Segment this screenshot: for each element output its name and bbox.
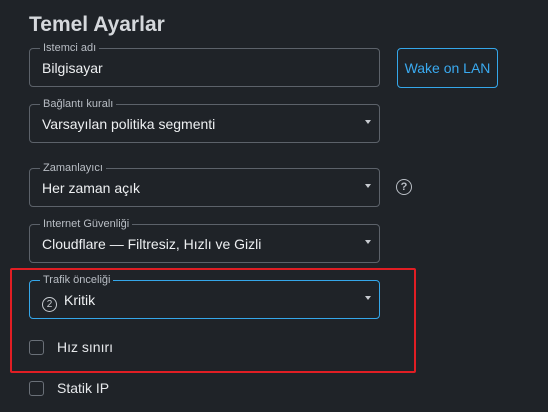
traffic-priority-label: Trafik önceliği [40, 273, 114, 287]
scheduler-select[interactable]: Zamanlayıcı Her zaman açık [29, 161, 380, 207]
client-name-value: Bilgisayar [42, 60, 103, 76]
speed-limit-checkbox[interactable] [29, 339, 44, 355]
internet-security-value: Cloudflare — Filtresiz, Hızlı ve Gizli [42, 236, 262, 252]
traffic-priority-select[interactable]: Trafik önceliği 2 Kritik [29, 273, 380, 319]
connection-rule-value: Varsayılan politika segmenti [42, 116, 216, 132]
scheduler-label: Zamanlayıcı [40, 161, 106, 175]
page-title: Temel Ayarlar [29, 13, 165, 36]
traffic-priority-value: Kritik [64, 292, 96, 308]
connection-rule-label: Bağlantı kuralı [40, 97, 117, 111]
chevron-down-icon [365, 184, 371, 188]
static-ip-row[interactable]: Statik IP [29, 380, 109, 396]
wake-on-lan-button[interactable]: Wake on LAN [397, 48, 498, 88]
client-name-label: Istemci adı [40, 41, 100, 55]
speed-limit-label: Hız sınırı [57, 339, 114, 355]
internet-security-label: Internet Güvenliği [40, 217, 133, 231]
chevron-down-icon [365, 120, 371, 124]
static-ip-checkbox[interactable] [29, 380, 44, 396]
help-icon[interactable]: ? [396, 179, 412, 195]
traffic-priority-value-wrap: 2 Kritik [42, 292, 95, 312]
chevron-down-icon [365, 240, 371, 244]
chevron-down-icon [365, 296, 371, 300]
static-ip-label: Statik IP [57, 380, 110, 396]
client-name-field[interactable]: Istemci adı Bilgisayar [29, 41, 380, 87]
priority-level-icon: 2 [42, 297, 57, 312]
speed-limit-row[interactable]: Hız sınırı [29, 339, 113, 355]
internet-security-select[interactable]: Internet Güvenliği Cloudflare — Filtresi… [29, 217, 380, 263]
scheduler-value: Her zaman açık [42, 180, 141, 196]
connection-rule-select[interactable]: Bağlantı kuralı Varsayılan politika segm… [29, 97, 380, 143]
